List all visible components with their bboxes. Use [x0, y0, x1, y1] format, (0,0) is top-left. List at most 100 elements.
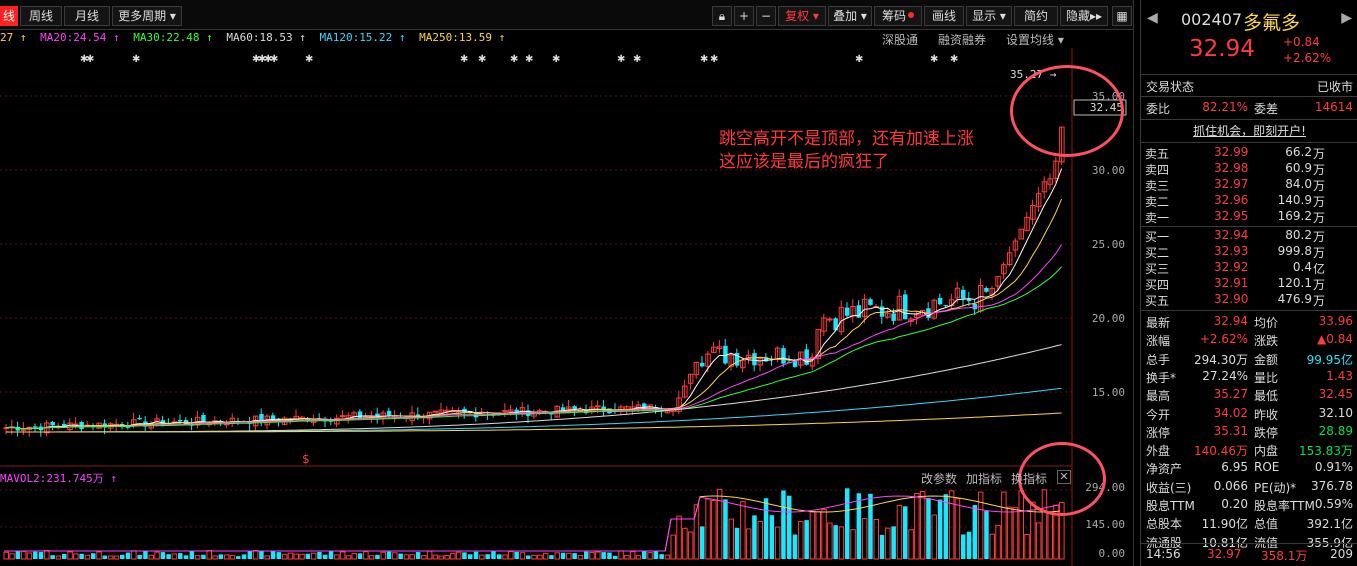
volume-bar — [1030, 501, 1036, 560]
price-axis-label: 30.00 — [1092, 164, 1125, 177]
volume-bar — [723, 499, 728, 559]
ask-label: 卖一 — [1145, 211, 1170, 225]
volume-bar — [44, 550, 50, 560]
volume-bar — [1018, 490, 1024, 560]
divider — [1141, 119, 1357, 120]
stat-row: 外盘 140.46万 内盘 153.83万 — [1141, 442, 1357, 461]
volume-bar — [91, 553, 96, 559]
event-marker: ✱ — [525, 54, 533, 65]
add-indicator-link[interactable]: 加指标 — [966, 470, 1002, 487]
volume-bar — [264, 555, 270, 560]
tick-volume: 358.1万 — [1261, 549, 1308, 563]
volume-bar — [740, 501, 746, 560]
volume-bar — [815, 511, 821, 560]
volume-bar — [375, 554, 380, 559]
bid-row[interactable]: 买一 32.94 80.2 万 — [1141, 228, 1357, 244]
bid-label: 买三 — [1145, 262, 1170, 276]
volume-bar — [73, 553, 79, 560]
volume-bar — [26, 552, 33, 560]
stat-value: 34.02 — [1213, 405, 1248, 420]
event-marker: ✱ — [510, 54, 518, 65]
volume-bar — [241, 554, 247, 559]
bid-row[interactable]: 买二 32.93 999.8 万 — [1141, 244, 1357, 260]
volume-bar — [351, 553, 357, 560]
candle-body — [961, 289, 966, 299]
volume-bar — [79, 553, 84, 559]
volume-bar — [856, 493, 862, 559]
next-stock-icon[interactable]: ▶ — [1341, 10, 1352, 26]
volume-bar — [763, 498, 769, 559]
volume-bar — [954, 498, 961, 560]
ask-row[interactable]: 卖二 32.96 140.9 万 — [1141, 193, 1357, 209]
stat-label: 内盘 — [1254, 444, 1279, 459]
volume-bar — [252, 549, 259, 560]
event-marker: ✱ — [930, 54, 938, 65]
volume-bar — [398, 553, 403, 559]
volume-bar — [508, 551, 514, 560]
prev-stock-icon[interactable]: ◀ — [1147, 10, 1158, 26]
volume-bar — [380, 551, 386, 560]
volume-bar — [259, 550, 264, 559]
volume-bar — [334, 554, 340, 560]
stat-label: 总手 — [1146, 352, 1171, 367]
volume-bar — [125, 552, 131, 559]
bid-row[interactable]: 买四 32.91 120.1 万 — [1141, 276, 1357, 292]
candle-body — [339, 415, 346, 418]
ask-price: 32.97 — [1214, 177, 1249, 191]
stat-label: 涨幅 — [1146, 334, 1171, 349]
weibi-value: 82.21% — [1202, 100, 1248, 114]
switch-indicator-link[interactable]: 换指标 — [1011, 470, 1047, 487]
volume-bar — [850, 529, 856, 560]
bid-volume: 80.2 — [1285, 228, 1312, 242]
ask-label: 卖四 — [1145, 163, 1170, 177]
volume-axis-label: 0.00 — [1099, 547, 1126, 560]
stat-value: 32.10 — [1318, 405, 1353, 420]
kline-chart[interactable]: 35.0030.0025.0020.0015.0032.4535.27 →$29… — [0, 0, 1133, 566]
volume-bar — [339, 551, 346, 560]
dividend-mark: $ — [302, 452, 310, 466]
bid-row[interactable]: 买五 32.90 476.9 万 — [1141, 292, 1357, 308]
ask-volume: 84.0 — [1285, 177, 1312, 191]
volume-bar — [218, 554, 224, 559]
volume-bar — [514, 551, 519, 559]
annotation-text: 跳空高开不是顶部，还有加速上涨 这应该是最后的疯狂了 — [719, 128, 974, 174]
quote-panel: ◀ 002407 多氟多 ▶ 32.94 +0.84 +2.62% 交易状态 已… — [1140, 0, 1357, 566]
event-marker: ✱ — [270, 54, 278, 65]
stat-label: 总值 — [1254, 517, 1279, 532]
bid-row[interactable]: 买三 32.92 0.4 亿 — [1141, 260, 1357, 276]
ask-price: 32.98 — [1214, 161, 1249, 175]
volume-bar — [107, 555, 114, 560]
open-account-link[interactable]: 抓住机会，即刻开户! — [1141, 122, 1357, 141]
volume-bar — [653, 551, 659, 559]
change-params-link[interactable]: 改参数 — [921, 470, 957, 487]
bid-label: 买二 — [1145, 246, 1170, 260]
ask-row[interactable]: 卖一 32.95 169.2 万 — [1141, 209, 1357, 225]
ask-row[interactable]: 卖五 32.99 66.2 万 — [1141, 145, 1357, 161]
ask-row[interactable]: 卖四 32.98 60.9 万 — [1141, 161, 1357, 177]
ask-row[interactable]: 卖三 32.97 84.0 万 — [1141, 177, 1357, 193]
tick-row: 14:56 32.97 358.1万 209 — [1141, 547, 1357, 566]
stat-value: 6.95 — [1221, 460, 1248, 475]
volume-bar — [966, 531, 972, 559]
volume-bar — [734, 527, 740, 559]
volume-bar — [1047, 512, 1053, 560]
volume-bar — [984, 511, 989, 559]
candle-body — [357, 411, 363, 419]
volume-bar — [345, 555, 352, 560]
stat-value: 140.46万 — [1194, 444, 1248, 459]
volume-bar — [450, 552, 456, 560]
volume-bar — [9, 553, 15, 560]
stat-label: 金额 — [1254, 352, 1279, 367]
close-icon[interactable]: ✕ — [1057, 470, 1071, 484]
volume-bar — [328, 551, 334, 559]
event-marker: ✱ — [305, 54, 313, 65]
candle-body — [903, 294, 908, 320]
mavol-label: MAVOL2:231.745万 ↑ — [0, 472, 117, 485]
divider — [1141, 142, 1357, 143]
volume-bar — [833, 525, 838, 559]
volume-bar — [3, 551, 9, 560]
event-marker: ✱ — [617, 54, 625, 65]
volume-bar — [1006, 506, 1013, 560]
volume-bar — [821, 508, 827, 560]
stat-value: 0.91% — [1314, 460, 1353, 475]
